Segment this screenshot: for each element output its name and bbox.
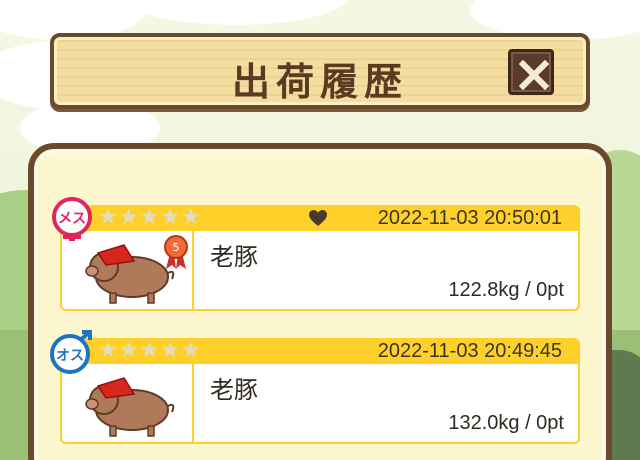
pig-name: 老豚 [210,376,258,404]
close-button[interactable] [508,49,554,95]
star-rating: ★ ★ ★ ★ ★ [98,339,201,363]
shipped-datetime: 2022-11-03 20:50:01 [377,207,562,229]
svg-text:メス: メス [58,211,86,227]
history-record-1[interactable]: ★ ★ ★ ★ ★ 2022-11-03 20:50:01 5 老豚 122.8… [52,197,580,311]
star-icon: ★ [98,205,118,230]
svg-text:5: 5 [173,241,180,254]
title-board: 出荷履歴 [50,33,590,109]
heart-icon [309,210,327,226]
star-icon: ★ [98,338,118,363]
record-header: ★ ★ ★ ★ ★ 2022-11-03 20:50:01 [60,205,580,231]
star-icon: ★ [180,338,201,363]
record-body: 5 老豚 122.8kg / 0pt [60,231,580,311]
svg-text:オス: オス [56,348,84,364]
star-icon: ★ [180,205,201,230]
star-rating: ★ ★ ★ ★ ★ [98,206,201,230]
history-record-2[interactable]: ★ ★ ★ ★ ★ 2022-11-03 20:49:45 老豚 132.0kg… [50,330,580,444]
star-icon: ★ [118,205,139,230]
male-icon: オス [50,330,92,374]
pig-thumbnail: 5 [62,231,194,309]
star-icon: ★ [160,338,180,363]
star-icon: ★ [160,205,180,230]
pig-name: 老豚 [210,243,258,271]
page-title: 出荷履歴 [231,60,408,104]
medal-icon: 5 [164,235,188,269]
weight-points: 132.0kg / 0pt [448,412,564,434]
pig-thumbnail [62,364,194,442]
record-body: 老豚 132.0kg / 0pt [60,364,580,444]
star-icon: ★ [139,338,160,363]
weight-points: 122.8kg / 0pt [448,279,564,301]
pig-icon [85,377,175,437]
star-icon: ★ [118,338,139,363]
female-icon: メス [52,197,92,241]
star-icon: ★ [139,205,160,230]
shipped-datetime: 2022-11-03 20:49:45 [377,340,562,362]
record-header: ★ ★ ★ ★ ★ 2022-11-03 20:49:45 [60,338,580,364]
close-x-icon [519,60,549,90]
